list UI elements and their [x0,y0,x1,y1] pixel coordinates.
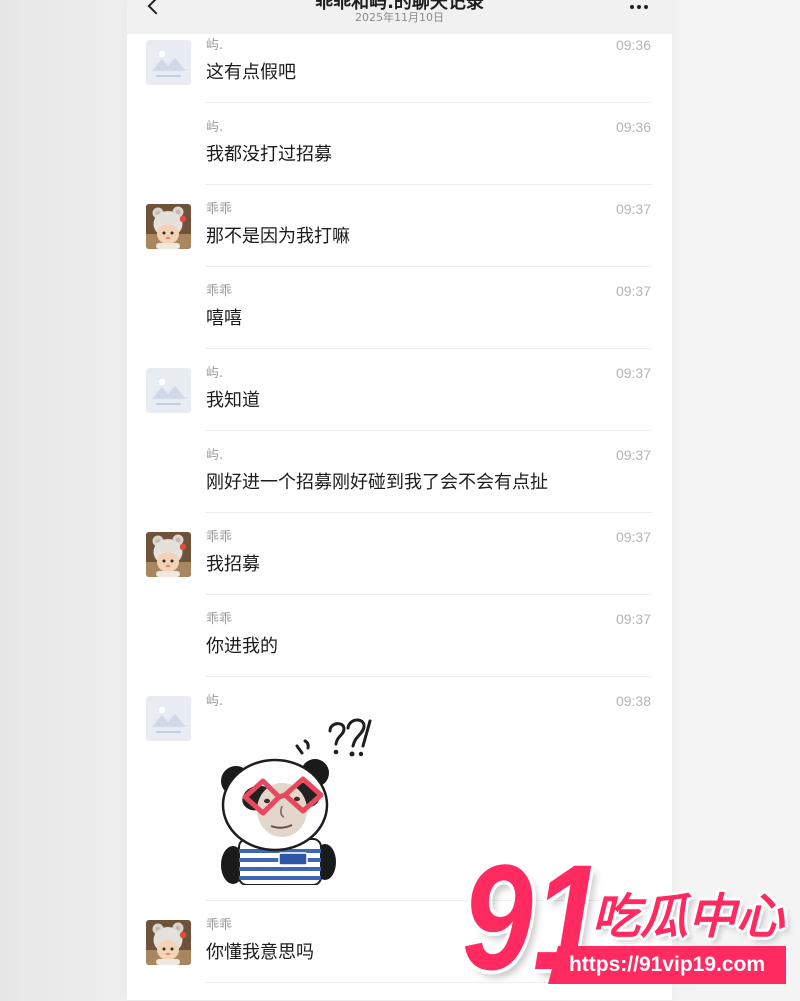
message-divider [206,430,652,431]
message-time: 09:37 [615,529,651,545]
message-text: 我招募 [206,554,260,575]
message-text: 我知道 [206,390,260,411]
sender-name: 乖乖 [206,918,233,933]
sender-name: 屿. [206,448,224,463]
message-row: 屿. 09:36 这有点假吧 [127,35,672,117]
cartoon-avatar-image [146,204,191,249]
cartoon-avatar-image [146,920,191,965]
avatar[interactable] [146,532,191,577]
message-text: 我都没打过招募 [206,144,332,165]
avatar[interactable] [146,368,191,413]
watermark-url: https://91vip19.com [548,946,786,984]
message-text: 你懂我意思吗 [206,942,314,963]
message-divider [206,348,652,349]
image-placeholder-icon [146,368,191,413]
panda-question-sticker [221,718,372,885]
message-time: 09:37 [615,201,651,217]
avatar[interactable] [146,204,191,249]
message-time: 09:36 [615,37,651,53]
cartoon-avatar-image [146,532,191,577]
sender-name: 乖乖 [206,530,233,545]
message-text: 嘻嘻 [206,308,242,329]
top-bar: 乖乖和屿.的聊天记录 2025年11月10日 [127,0,672,34]
message-row: 屿. 09:37 刚好进一个招募刚好碰到我了会不会有点扯 [127,445,672,527]
message-divider [206,266,652,267]
message-divider [206,512,652,513]
sender-name: 屿. [206,38,224,53]
message-time: 09:38 [615,693,651,709]
message-divider [206,676,652,677]
message-row: 乖乖 09:37 那不是因为我打嘛 [127,199,672,281]
message-row: 乖乖 09:37 我招募 [127,527,672,609]
watermark-name: 吃瓜中心 [592,889,785,945]
sender-name: 屿. [206,694,224,709]
message-row: 乖乖 09:37 你进我的 [127,609,672,691]
message-time: 09:36 [615,119,651,135]
message-time: 09:37 [615,611,651,627]
message-time: 09:37 [615,365,651,381]
message-text: 那不是因为我打嘛 [206,226,350,247]
message-divider [206,594,652,595]
message-row: 乖乖 09:37 嘻嘻 [127,281,672,363]
sticker-image[interactable] [213,715,373,885]
message-text: 你进我的 [206,636,278,657]
sender-name: 乖乖 [206,612,233,627]
message-text: 刚好进一个招募刚好碰到我了会不会有点扯 [206,472,548,493]
sender-name: 乖乖 [206,202,233,217]
image-placeholder-icon [146,40,191,85]
message-divider [206,184,652,185]
avatar[interactable] [146,40,191,85]
avatar[interactable] [146,696,191,741]
sender-name: 屿. [206,120,224,135]
message-row: 屿. 09:37 我知道 [127,363,672,445]
message-time: 09:37 [615,283,651,299]
page-date: 2025年11月10日 [355,11,444,24]
sender-name: 屿. [206,366,224,381]
message-row: 屿. 09:36 我都没打过招募 [127,117,672,199]
message-time: 09:37 [615,447,651,463]
avatar[interactable] [146,920,191,965]
sender-name: 乖乖 [206,284,233,299]
more-horizontal-icon[interactable] [630,5,634,9]
message-text: 这有点假吧 [206,62,296,83]
image-placeholder-icon [146,696,191,741]
message-divider [206,102,652,103]
